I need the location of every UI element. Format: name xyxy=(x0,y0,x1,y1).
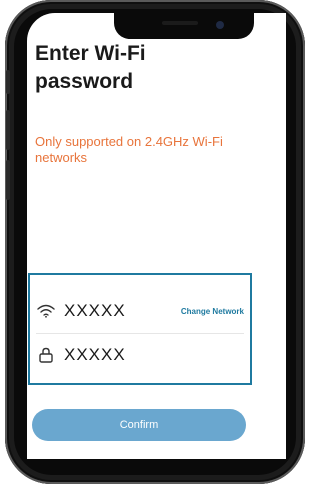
silent-switch xyxy=(6,70,10,94)
volume-up-button xyxy=(6,110,10,150)
speaker-grille xyxy=(162,21,198,25)
password-input[interactable]: XXXXX xyxy=(64,345,126,365)
front-camera xyxy=(216,21,224,29)
frequency-warning: Only supported on 2.4GHz Wi-Fi networks xyxy=(35,134,223,165)
change-network-link[interactable]: Change Network xyxy=(181,307,244,316)
lock-icon xyxy=(36,346,56,364)
page-title: Enter Wi-Fi password xyxy=(35,42,146,93)
wifi-credentials-form: XXXXX Change Network XXXXX xyxy=(28,273,252,385)
volume-down-button xyxy=(6,160,10,200)
phone-notch xyxy=(114,13,254,39)
network-name: XXXXX xyxy=(64,301,126,320)
wifi-icon xyxy=(36,302,56,320)
network-row[interactable]: XXXXX Change Network xyxy=(36,289,244,334)
password-row[interactable]: XXXXX xyxy=(36,333,244,377)
confirm-button[interactable]: Confirm xyxy=(32,409,246,441)
